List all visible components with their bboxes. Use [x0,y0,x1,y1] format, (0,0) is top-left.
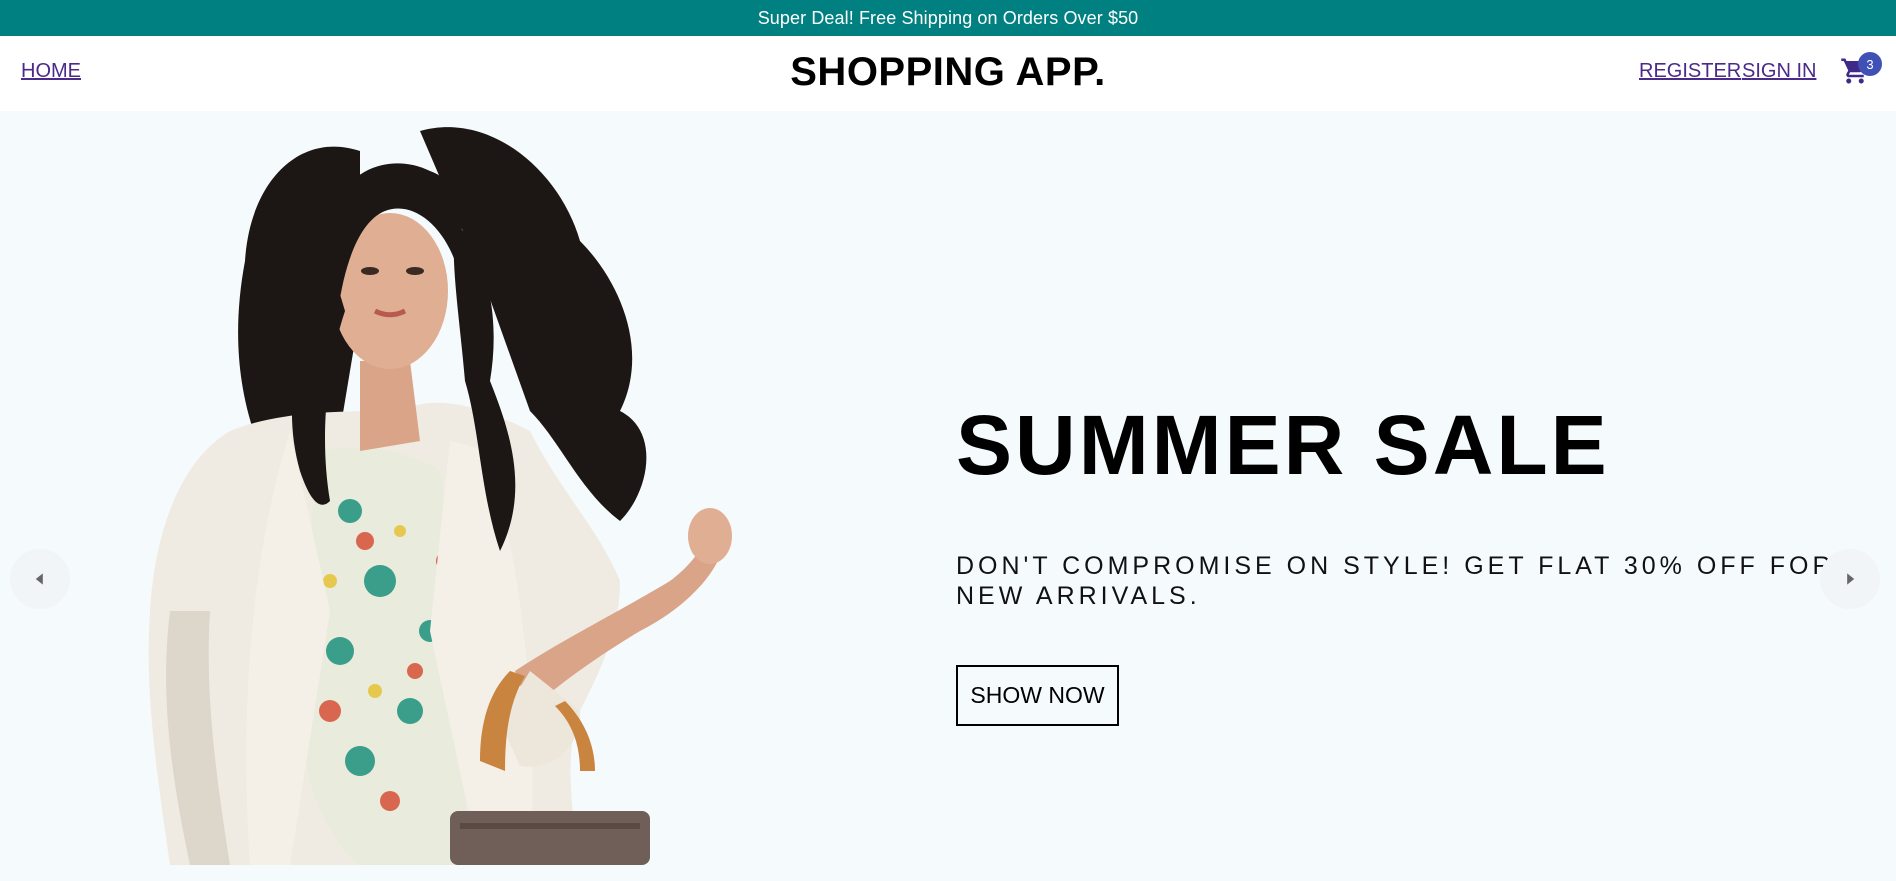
hero-model-image [148,127,732,865]
hero-info: SUMMER SALE DON'T COMPROMISE ON STYLE! G… [956,403,1836,726]
nav-signin-link[interactable]: SIGN IN [1742,60,1816,83]
cart-button[interactable]: 3 [1838,52,1882,92]
announcement-text: Super Deal! Free Shipping on Orders Over… [757,7,1139,28]
arrow-left-icon [35,573,43,585]
slider-next-button[interactable] [1820,549,1880,609]
cart-count-badge: 3 [1858,52,1882,76]
slider-prev-button[interactable] [10,549,70,609]
announcement-bar: Super Deal! Free Shipping on Orders Over… [0,0,1896,36]
hero-title: SUMMER SALE [956,398,1610,492]
arrow-right-icon [1847,573,1855,585]
nav-home-link[interactable]: HOME [21,60,81,83]
show-now-button[interactable]: SHOW NOW [956,665,1119,726]
site-logo: SHOPPING APP. [790,50,1106,94]
hero-slider: SUMMER SALE DON'T COMPROMISE ON STYLE! G… [0,111,1896,881]
navbar: HOME SHOPPING APP. REGISTER SIGN IN 3 [0,36,1896,111]
nav-register-link[interactable]: REGISTER [1639,60,1741,83]
hero-description: DON'T COMPROMISE ON STYLE! GET FLAT 30% … [956,552,1835,610]
